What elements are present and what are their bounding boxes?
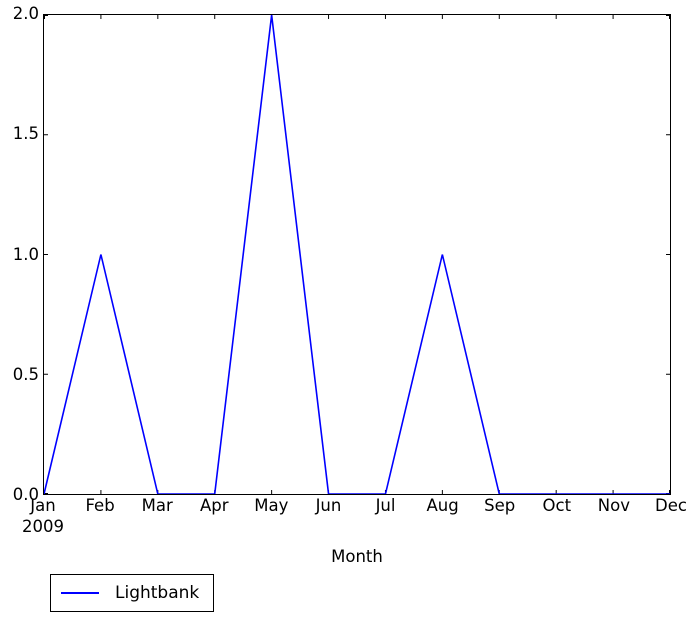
y-axis-tick-labels: 0.0 0.5 1.0 1.5 2.0 [0, 5, 39, 502]
y-tick-label: 1.0 [12, 244, 39, 264]
legend-label-lightbank: Lightbank [115, 582, 200, 603]
x-tick-label: May [254, 496, 289, 515]
y-tick-label: 0.5 [12, 364, 39, 384]
y-tick-label: 1.5 [12, 124, 39, 144]
x-axis-title: Month [331, 547, 383, 566]
figure-canvas: 0.0 0.5 1.0 1.5 2.0 Jan 2009 Feb Mar Apr May Jun Ju… [0, 0, 688, 621]
x-tick-label: Jun [315, 496, 342, 515]
legend-line-sample-lightbank [61, 586, 99, 600]
x-tick-label: Dec [655, 496, 687, 515]
x-tick-label: Sep [484, 496, 516, 515]
data-line-lightbank [44, 15, 670, 494]
x-tick-sublabel-year: 2009 [22, 517, 64, 536]
data-series-group [44, 15, 670, 494]
plot-area [43, 14, 671, 495]
x-tick-label: Nov [597, 496, 631, 515]
x-tick-label: Aug [426, 496, 459, 515]
x-tick-label: Apr [199, 496, 229, 515]
x-axis-tick-labels: Jan 2009 Feb Mar Apr May Jun Jul Aug Sep Oct Nov Dec [22, 496, 687, 534]
plot-svg [44, 15, 670, 494]
legend-line-swatch [61, 592, 99, 594]
x-tick-label: Oct [542, 496, 572, 515]
y-tick-label: 2.0 [12, 4, 39, 23]
x-tick-label: Jan [30, 496, 56, 515]
legend: Lightbank [50, 574, 215, 612]
x-tick-label: Feb [85, 496, 115, 515]
tick-marks [44, 15, 670, 494]
x-tick-label: Mar [141, 496, 173, 515]
x-tick-label: Jul [375, 496, 396, 515]
